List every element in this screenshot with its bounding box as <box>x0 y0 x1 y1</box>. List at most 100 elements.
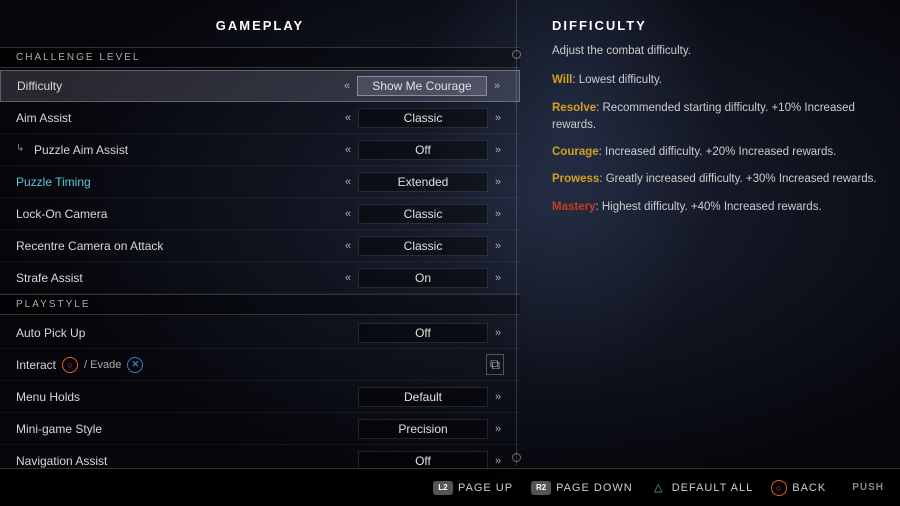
setting-name-auto-pick-up: Auto Pick Up <box>16 326 358 340</box>
setting-value-strafe-assist: On <box>358 268 488 288</box>
arrow-right-mini-game-style[interactable]: » <box>492 423 504 435</box>
push-logo: PUSH <box>852 482 884 493</box>
setting-name-menu-holds: Menu Holds <box>16 390 358 404</box>
arrow-left-strafe-assist[interactable]: « <box>342 272 354 284</box>
diff-entry-resolve: Resolve: Recommended starting difficulty… <box>552 100 880 135</box>
setting-name-strafe-assist: Strafe Assist <box>16 271 342 285</box>
setting-name-navigation-assist: Navigation Assist <box>16 454 358 468</box>
divider-dot-top <box>512 50 521 59</box>
setting-value-wrap-difficulty: « Show Me Courage » <box>341 76 503 96</box>
setting-name-aim-assist: Aim Assist <box>16 111 342 125</box>
interact-label: Interact <box>16 358 56 372</box>
setting-value-recentre-camera: Classic <box>358 236 488 256</box>
r2-button: R2 <box>531 481 551 495</box>
setting-row-puzzle-timing[interactable]: Puzzle Timing « Extended » <box>0 166 520 198</box>
diff-entry-will: Will: Lowest difficulty. <box>552 72 880 89</box>
arrow-right-puzzle-timing[interactable]: » <box>492 176 504 188</box>
arrow-right-menu-holds[interactable]: » <box>492 391 504 403</box>
page-down-label: PAGE DOWN <box>556 482 633 494</box>
diff-entry-prowess: Prowess: Greatly increased difficulty. +… <box>552 171 880 188</box>
bottom-btn-page-down[interactable]: R2 PAGE DOWN <box>531 481 633 495</box>
setting-name-puzzle-timing: Puzzle Timing <box>16 175 342 189</box>
setting-value-auto-pick-up: Off <box>358 323 488 343</box>
setting-row-strafe-assist[interactable]: Strafe Assist « On » <box>0 262 520 294</box>
setting-value-aim-assist: Classic <box>358 108 488 128</box>
bottom-btn-back[interactable]: ○ BACK <box>771 480 826 496</box>
l2-button: L2 <box>433 481 453 495</box>
category-playstyle: PLAYSTYLE <box>0 294 520 315</box>
setting-value-wrap-aim-assist: « Classic » <box>342 108 504 128</box>
setting-row-menu-holds[interactable]: Menu Holds Default » <box>0 381 520 413</box>
diff-label-resolve: Resolve <box>552 102 596 114</box>
interact-evade-icons: Interact ○ / Evade ✕ <box>16 357 143 373</box>
setting-row-mini-game-style[interactable]: Mini-game Style Precision » <box>0 413 520 445</box>
setting-row-auto-pick-up[interactable]: Auto Pick Up Off » <box>0 317 520 349</box>
setting-value-wrap-strafe-assist: « On » <box>342 268 504 288</box>
triangle-button: △ <box>651 480 667 496</box>
setting-name-recentre-camera: Recentre Camera on Attack <box>16 239 342 253</box>
setting-row-recentre-camera[interactable]: Recentre Camera on Attack « Classic » <box>0 230 520 262</box>
setting-value-lock-on-camera: Classic <box>358 204 488 224</box>
arrow-right-strafe-assist[interactable]: » <box>492 272 504 284</box>
diff-label-mastery: Mastery <box>552 201 595 213</box>
arrow-left-difficulty[interactable]: « <box>341 80 353 92</box>
setting-value-puzzle-aim-assist: Off <box>358 140 488 160</box>
back-label: BACK <box>792 482 826 494</box>
category-challenge-level: CHALLENGE LEVEL <box>0 47 520 68</box>
arrow-right-aim-assist[interactable]: » <box>492 112 504 124</box>
right-panel-description: Adjust the combat difficulty. <box>552 43 880 60</box>
setting-row-difficulty[interactable]: Difficulty « Show Me Courage » <box>0 70 520 102</box>
right-panel-title: DIFFICULTY <box>552 18 880 33</box>
setting-name-lock-on-camera: Lock-On Camera <box>16 207 342 221</box>
setting-value-wrap-recentre-camera: « Classic » <box>342 236 504 256</box>
button-circle-x: ✕ <box>127 357 143 373</box>
setting-name-mini-game-style: Mini-game Style <box>16 422 358 436</box>
diff-entry-courage: Courage: Increased difficulty. +20% Incr… <box>552 144 880 161</box>
circle-button: ○ <box>771 480 787 496</box>
diff-value-courage: Increased difficulty. +20% Increased rew… <box>605 146 836 158</box>
divider-dot-bottom <box>512 453 521 462</box>
arrow-left-recentre-camera[interactable]: « <box>342 240 354 252</box>
setting-value-wrap-auto-pick-up: Off » <box>358 323 504 343</box>
page-up-label: PAGE UP <box>458 482 513 494</box>
setting-name-difficulty: Difficulty <box>17 79 341 93</box>
arrow-left-aim-assist[interactable]: « <box>342 112 354 124</box>
arrow-left-puzzle-timing[interactable]: « <box>342 176 354 188</box>
setting-value-wrap-mini-game-style: Precision » <box>358 419 504 439</box>
arrow-right-puzzle-aim-assist[interactable]: » <box>492 144 504 156</box>
setting-row-aim-assist[interactable]: Aim Assist « Classic » <box>0 102 520 134</box>
slash-separator: / Evade <box>84 359 121 371</box>
arrow-right-lock-on-camera[interactable]: » <box>492 208 504 220</box>
setting-value-menu-holds: Default <box>358 387 488 407</box>
setting-value-difficulty: Show Me Courage <box>357 76 487 96</box>
arrow-right-difficulty[interactable]: » <box>491 80 503 92</box>
copy-icon[interactable]: ⧉ <box>486 354 504 375</box>
bottom-btn-default-all[interactable]: △ DEFAULT ALL <box>651 480 754 496</box>
default-all-label: DEFAULT ALL <box>672 482 754 494</box>
bottom-btn-page-up[interactable]: L2 PAGE UP <box>433 481 513 495</box>
challenge-level-list: Difficulty « Show Me Courage » Aim Assis… <box>0 70 520 294</box>
setting-name-puzzle-aim-assist: Puzzle Aim Assist <box>16 143 342 157</box>
arrow-right-recentre-camera[interactable]: » <box>492 240 504 252</box>
diff-label-courage: Courage <box>552 146 599 158</box>
setting-row-lock-on-camera[interactable]: Lock-On Camera « Classic » <box>0 198 520 230</box>
setting-row-interact-evade[interactable]: Interact ○ / Evade ✕ ⧉ <box>0 349 520 381</box>
main-container: GAMEPLAY CHALLENGE LEVEL Difficulty « Sh… <box>0 0 900 506</box>
left-panel: GAMEPLAY CHALLENGE LEVEL Difficulty « Sh… <box>0 0 520 506</box>
diff-value-mastery: Highest difficulty. +40% Increased rewar… <box>602 201 822 213</box>
setting-value-wrap-puzzle-timing: « Extended » <box>342 172 504 192</box>
setting-value-wrap-lock-on-camera: « Classic » <box>342 204 504 224</box>
diff-entry-mastery: Mastery: Highest difficulty. +40% Increa… <box>552 199 880 216</box>
button-circle-o: ○ <box>62 357 78 373</box>
setting-value-wrap-puzzle-aim-assist: « Off » <box>342 140 504 160</box>
arrow-right-navigation-assist[interactable]: » <box>492 455 504 467</box>
setting-row-puzzle-aim-assist[interactable]: Puzzle Aim Assist « Off » <box>0 134 520 166</box>
setting-value-wrap-menu-holds: Default » <box>358 387 504 407</box>
arrow-left-puzzle-aim-assist[interactable]: « <box>342 144 354 156</box>
arrow-left-lock-on-camera[interactable]: « <box>342 208 354 220</box>
diff-label-will: Will <box>552 74 572 86</box>
bottom-bar: L2 PAGE UP R2 PAGE DOWN △ DEFAULT ALL ○ … <box>0 468 900 506</box>
setting-value-puzzle-timing: Extended <box>358 172 488 192</box>
arrow-right-auto-pick-up[interactable]: » <box>492 327 504 339</box>
playstyle-list: Auto Pick Up Off » Interact ○ / Evade ✕ … <box>0 317 520 477</box>
